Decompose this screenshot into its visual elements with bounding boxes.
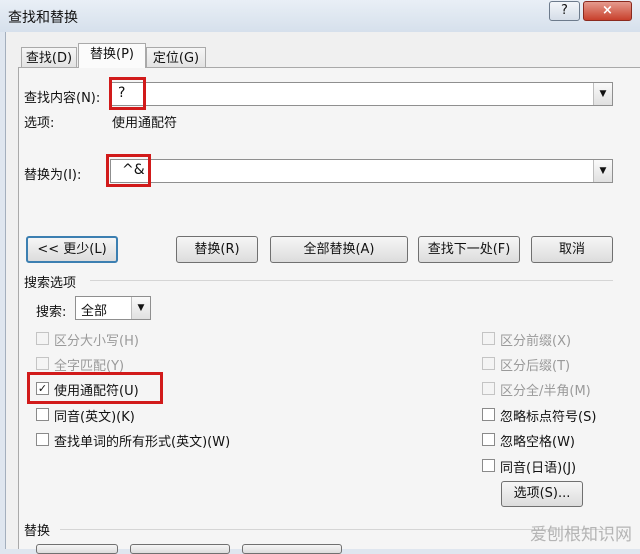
match-suffix-label: 区分后缀(T)	[500, 359, 571, 374]
ignore-punctuation-label: 忽略标点符号(S)	[500, 410, 597, 425]
match-prefix-label: 区分前缀(X)	[500, 334, 572, 349]
search-options-divider	[90, 280, 613, 281]
find-input[interactable]: ? ▼	[110, 82, 613, 106]
sounds-like-checkbox[interactable]	[36, 408, 49, 421]
search-options-heading: 搜索选项	[24, 276, 77, 291]
search-direction-value: 全部	[81, 304, 108, 319]
help-button[interactable]: ?	[549, 1, 580, 21]
match-case-checkbox[interactable]	[36, 332, 49, 345]
ignore-whitespace-label: 忽略空格(W)	[500, 435, 575, 450]
no-formatting-button-partial[interactable]	[242, 544, 342, 554]
replace-section-heading: 替换	[24, 524, 51, 539]
ignore-punctuation-checkbox[interactable]	[482, 408, 495, 421]
replace-label: 替换为(I):	[24, 168, 82, 183]
tab-goto[interactable]: 定位(G)	[146, 47, 206, 67]
match-prefix-checkbox[interactable]	[482, 332, 495, 345]
special-button-partial[interactable]	[130, 544, 230, 554]
search-label: 搜索:	[36, 305, 67, 320]
sounds-like-japanese-label: 同音(日语)(J)	[500, 461, 577, 476]
find-dropdown-arrow-icon[interactable]: ▼	[593, 83, 612, 105]
window-title: 查找和替换	[8, 10, 78, 26]
all-word-forms-checkbox[interactable]	[36, 433, 49, 446]
format-options-button[interactable]: 选项(S)...	[501, 481, 583, 507]
search-direction-select[interactable]: 全部 ▼	[75, 296, 151, 320]
replace-dropdown-arrow-icon[interactable]: ▼	[593, 160, 612, 182]
format-button-partial[interactable]	[36, 544, 118, 554]
replace-highlight-box	[106, 154, 151, 187]
match-width-checkbox[interactable]	[482, 382, 495, 395]
ignore-whitespace-checkbox[interactable]	[482, 433, 495, 446]
title-bar	[0, 0, 640, 32]
match-suffix-checkbox[interactable]	[482, 357, 495, 370]
match-case-label: 区分大小写(H)	[54, 334, 139, 349]
find-label: 查找内容(N):	[24, 91, 101, 106]
options-value: 使用通配符	[112, 116, 178, 131]
replace-button[interactable]: 替换(R)	[176, 236, 258, 263]
watermark-text: 爱刨根知识网	[530, 525, 632, 545]
wildcards-highlight-box	[27, 372, 163, 404]
cancel-button[interactable]: 取消	[531, 236, 613, 263]
search-dropdown-arrow-icon[interactable]: ▼	[131, 297, 150, 319]
tab-replace[interactable]: 替换(P)	[78, 43, 146, 68]
match-width-label: 区分全/半角(M)	[500, 384, 591, 399]
all-word-forms-label: 查找单词的所有形式(英文)(W)	[54, 435, 231, 450]
tab-find[interactable]: 查找(D)	[21, 47, 77, 67]
sounds-like-japanese-checkbox[interactable]	[482, 459, 495, 472]
less-button[interactable]: << 更少(L)	[26, 236, 118, 263]
whole-word-checkbox[interactable]	[36, 357, 49, 370]
close-button[interactable]: ×	[583, 1, 632, 21]
replace-all-button[interactable]: 全部替换(A)	[270, 236, 408, 263]
sounds-like-label: 同音(英文)(K)	[54, 410, 135, 425]
find-highlight-box	[109, 77, 146, 110]
find-next-button[interactable]: 查找下一处(F)	[418, 236, 520, 263]
replace-input[interactable]: ^& ▼	[110, 159, 613, 183]
options-label: 选项:	[24, 116, 55, 131]
